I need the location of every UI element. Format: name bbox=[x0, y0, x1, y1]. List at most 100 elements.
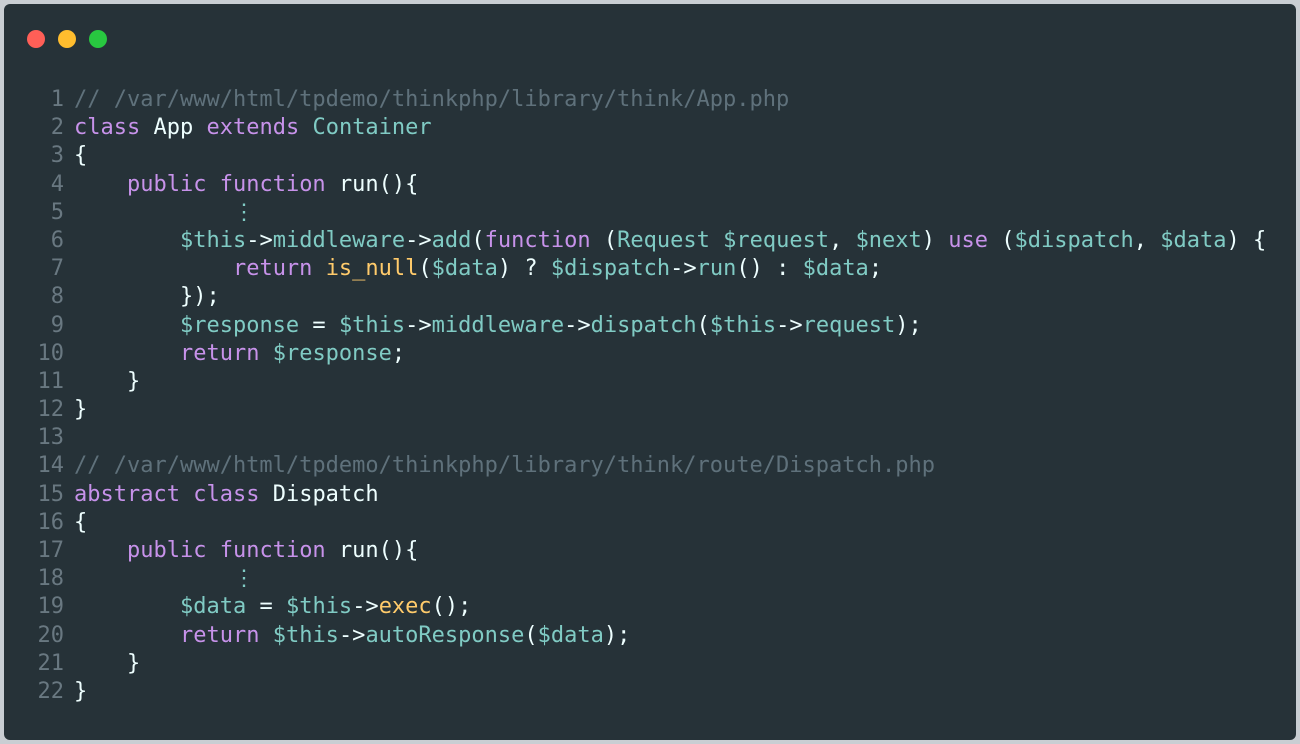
code-token-punct bbox=[259, 341, 272, 366]
code-token-op: -> bbox=[338, 622, 366, 648]
code-token-func: autoResponse bbox=[365, 622, 525, 648]
line-number: 20 bbox=[37, 622, 65, 648]
close-button[interactable] bbox=[27, 30, 45, 48]
code-token-func: add bbox=[431, 227, 472, 253]
code-token-punct: ( bbox=[524, 622, 538, 648]
code-token-punct bbox=[74, 566, 233, 591]
code-token-keyword: public bbox=[126, 538, 207, 563]
code-window: 1 // /var/www/html/tpdemo/thinkphp/librar… bbox=[4, 4, 1296, 740]
code-token-var: $this bbox=[285, 594, 353, 620]
code-token-keyword: extends bbox=[206, 115, 300, 141]
code-token-keyword: return bbox=[179, 340, 260, 366]
code-token-punct bbox=[74, 172, 127, 197]
code-token-keyword: function bbox=[219, 538, 326, 563]
code-line: 4 public function run(){ bbox=[4, 171, 1296, 199]
code-token-punct: , bbox=[1133, 227, 1161, 253]
code-token-keyword: use bbox=[948, 227, 989, 253]
code-token-var: $response bbox=[272, 340, 392, 366]
code-line: 11 } bbox=[4, 368, 1296, 396]
code-line: 17 public function run(){ bbox=[4, 537, 1296, 565]
code-token-punct: ; bbox=[868, 256, 883, 282]
line-code: } bbox=[74, 368, 140, 396]
code-token-var: $data bbox=[1160, 227, 1227, 253]
code-token-punct bbox=[206, 538, 219, 563]
line-number: 12 bbox=[37, 397, 65, 423]
code-token-call: is_null bbox=[325, 256, 419, 282]
code-line: 8 }); bbox=[4, 283, 1296, 311]
code-token-var: $next bbox=[855, 227, 922, 253]
code-token-var: $data bbox=[431, 256, 498, 282]
code-token-dots: ⋮ bbox=[232, 199, 255, 225]
line-number: 3 bbox=[50, 143, 64, 169]
code-token-punct: ; bbox=[391, 340, 406, 366]
code-token-punct bbox=[74, 256, 233, 281]
code-token-punct: = bbox=[299, 312, 339, 338]
code-line: 10 return $response; bbox=[4, 340, 1296, 368]
line-number: 17 bbox=[37, 538, 65, 563]
code-token-ident: run(){ bbox=[338, 171, 419, 197]
line-code: $response = $this->middleware->dispatch(… bbox=[74, 312, 922, 340]
line-code: }); bbox=[74, 283, 220, 311]
code-token-punct: { bbox=[74, 509, 88, 535]
line-code: $data = $this->exec(); bbox=[74, 593, 471, 621]
code-token-punct bbox=[74, 623, 180, 648]
code-token-punct bbox=[326, 538, 339, 563]
code-token-punct bbox=[140, 115, 153, 140]
line-number: 21 bbox=[37, 650, 65, 676]
code-token-dots: ⋮ bbox=[232, 566, 255, 592]
code-line: 16 { bbox=[4, 509, 1296, 537]
code-line: 14 // /var/www/html/tpdemo/thinkphp/libra… bbox=[4, 452, 1296, 480]
line-number: 1 bbox=[50, 87, 64, 112]
code-token-punct: , bbox=[829, 227, 856, 253]
line-number: 15 bbox=[37, 481, 65, 507]
code-token-type: Request bbox=[617, 227, 710, 253]
line-code: ⋮ bbox=[74, 565, 255, 593]
line-code: } bbox=[74, 650, 140, 678]
code-token-func: middleware bbox=[272, 227, 406, 253]
code-line: 3{ bbox=[4, 142, 1296, 170]
code-token-punct bbox=[74, 313, 180, 338]
line-code: $this->middleware->add(function (Request… bbox=[74, 227, 1266, 255]
code-token-keyword: return bbox=[179, 622, 260, 648]
code-token-type: Container bbox=[312, 115, 432, 141]
code-token-func: request bbox=[802, 312, 896, 338]
line-number: 16 bbox=[37, 509, 65, 535]
minimize-button[interactable] bbox=[58, 30, 76, 48]
code-line: 20 return $this->autoResponse($data); bbox=[4, 622, 1296, 650]
maximize-button[interactable] bbox=[89, 30, 107, 48]
code-token-func: middleware bbox=[431, 312, 565, 338]
line-number: 18 bbox=[37, 566, 65, 592]
code-token-keyword: return bbox=[232, 256, 313, 282]
code-token-var: $this bbox=[709, 312, 777, 338]
line-code: } bbox=[74, 396, 87, 424]
line-number: 2 bbox=[50, 115, 64, 141]
line-number: 5 bbox=[50, 199, 64, 225]
line-number: 4 bbox=[50, 171, 64, 197]
code-line: 12} bbox=[4, 396, 1296, 424]
code-token-punct: () : bbox=[736, 256, 803, 282]
line-number: 22 bbox=[37, 678, 65, 704]
code-token-call: exec bbox=[378, 594, 432, 620]
code-token-op: -> bbox=[352, 594, 379, 620]
code-line: 6 $this->middleware->add(function (Reque… bbox=[4, 227, 1296, 255]
code-token-var: $dispatch bbox=[550, 256, 671, 282]
code-token-punct: ( bbox=[988, 227, 1015, 253]
code-line: 7 return is_null($data) ? $dispatch->run… bbox=[4, 255, 1296, 283]
code-token-punct bbox=[180, 482, 193, 507]
code-token-var: $this bbox=[338, 312, 406, 338]
code-token-punct: ( bbox=[590, 227, 618, 253]
code-line: 19 $data = $this->exec(); bbox=[4, 593, 1296, 621]
line-number: 7 bbox=[50, 256, 64, 282]
code-token-punct: ); bbox=[895, 312, 922, 338]
code-line: 13 bbox=[4, 424, 1296, 452]
code-token-keyword: function bbox=[219, 171, 326, 197]
line-number: 9 bbox=[50, 312, 64, 338]
code-token-punct bbox=[74, 341, 180, 366]
code-token-punct: ) ? bbox=[497, 256, 551, 282]
code-line: 2 class App extends Container bbox=[4, 114, 1296, 142]
code-token-punct bbox=[299, 115, 312, 140]
code-token-func: run bbox=[696, 256, 737, 282]
line-code: class App extends Container bbox=[74, 114, 432, 142]
code-line: 9 $response = $this->middleware->dispatc… bbox=[4, 312, 1296, 340]
code-token-var: $response bbox=[179, 312, 300, 338]
